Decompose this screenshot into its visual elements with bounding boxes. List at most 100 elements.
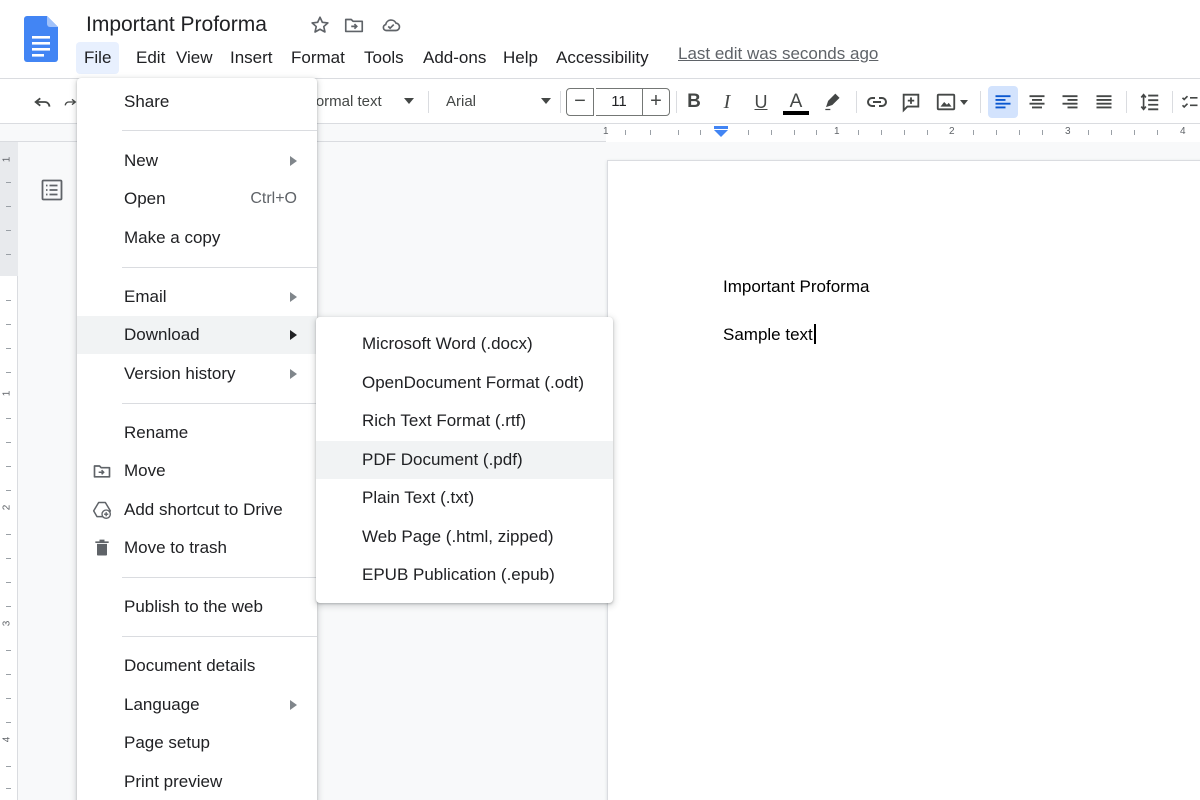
- document-outline-icon[interactable]: [40, 178, 64, 202]
- file-menu-language[interactable]: Language: [77, 686, 317, 724]
- file-menu-rename[interactable]: Rename: [77, 414, 317, 452]
- insert-link-button[interactable]: [864, 79, 890, 125]
- vertical-ruler-tick: [6, 558, 11, 559]
- bold-button[interactable]: B: [682, 79, 706, 125]
- file-menu-document-details[interactable]: Document details: [77, 647, 317, 685]
- last-edit-link[interactable]: Last edit was seconds ago: [678, 44, 878, 64]
- document-body-line[interactable]: Sample text: [723, 324, 816, 345]
- document-heading[interactable]: Important Proforma: [723, 277, 869, 297]
- drive-shortcut-icon: [92, 501, 112, 519]
- file-menu-publish[interactable]: Publish to the web: [77, 588, 317, 626]
- ruler-tick: [1157, 130, 1158, 135]
- link-icon: [867, 97, 887, 107]
- add-comment-button[interactable]: [898, 79, 924, 125]
- file-menu-open-label: Open: [124, 189, 166, 208]
- checklist-icon: [1181, 95, 1198, 109]
- submenu-arrow-icon: [290, 156, 297, 166]
- menu-file[interactable]: File: [76, 42, 120, 74]
- text-color-button[interactable]: A: [783, 79, 809, 125]
- vertical-ruler-tick: [6, 490, 11, 491]
- file-menu-download[interactable]: Download: [77, 316, 317, 354]
- vertical-ruler-tick: [6, 466, 11, 467]
- ruler-tick: [1111, 130, 1112, 135]
- redo-button[interactable]: [62, 79, 78, 125]
- align-center-button[interactable]: [1024, 79, 1050, 125]
- vertical-ruler-tick: [6, 698, 11, 699]
- file-menu-email[interactable]: Email: [77, 278, 317, 316]
- vertical-ruler-tick: [6, 206, 11, 207]
- trash-icon: [95, 539, 109, 556]
- ruler-tick: [678, 130, 679, 135]
- file-menu-move-to-trash[interactable]: Move to trash: [77, 529, 317, 567]
- toolbar-divider: [856, 91, 857, 113]
- menu-edit[interactable]: Edit: [128, 42, 173, 74]
- star-icon[interactable]: [309, 14, 331, 36]
- file-menu-move[interactable]: Move: [77, 452, 317, 490]
- download-docx[interactable]: Microsoft Word (.docx): [316, 325, 613, 363]
- file-menu-make-copy[interactable]: Make a copy: [77, 219, 317, 257]
- undo-button[interactable]: [30, 79, 56, 125]
- text-color-swatch: [783, 111, 809, 115]
- line-spacing-icon: [1140, 93, 1159, 111]
- menu-tools[interactable]: Tools: [356, 42, 412, 74]
- checklist-button[interactable]: [1180, 79, 1200, 125]
- download-epub[interactable]: EPUB Publication (.epub): [316, 556, 613, 594]
- align-right-button[interactable]: [1057, 79, 1083, 125]
- font-size-input[interactable]: 11: [596, 88, 642, 116]
- vertical-ruler-tick: [6, 230, 11, 231]
- file-menu-language-label: Language: [124, 695, 200, 714]
- file-menu-add-shortcut-label: Add shortcut to Drive: [124, 500, 283, 519]
- document-page[interactable]: Important Proforma Sample text: [607, 160, 1200, 800]
- file-menu-page-setup[interactable]: Page setup: [77, 724, 317, 762]
- decrease-font-size-button[interactable]: −: [566, 88, 594, 116]
- download-txt[interactable]: Plain Text (.txt): [316, 479, 613, 517]
- file-menu-add-shortcut[interactable]: Add shortcut to Drive: [77, 491, 317, 529]
- ruler-number: 1: [834, 126, 840, 137]
- italic-button[interactable]: I: [715, 79, 739, 125]
- indent-marker-icon[interactable]: [713, 126, 729, 138]
- vertical-ruler[interactable]: 1 1 2 3 4: [0, 142, 18, 800]
- menu-separator: [122, 267, 317, 268]
- line-spacing-button[interactable]: [1136, 79, 1164, 125]
- file-menu-open[interactable]: Open Ctrl+O: [77, 180, 317, 218]
- download-submenu: Microsoft Word (.docx) OpenDocument Form…: [316, 317, 613, 603]
- file-menu-version-history[interactable]: Version history: [77, 355, 317, 393]
- menu-accessibility[interactable]: Accessibility: [548, 42, 657, 74]
- vertical-ruler-tick: [6, 348, 11, 349]
- download-html[interactable]: Web Page (.html, zipped): [316, 518, 613, 556]
- highlight-button[interactable]: [820, 79, 844, 125]
- file-menu-share[interactable]: Share: [77, 83, 317, 121]
- image-dropdown-icon: [959, 99, 968, 105]
- menu-addons[interactable]: Add-ons: [415, 42, 494, 74]
- align-left-button[interactable]: [988, 86, 1018, 118]
- ruler-tick: [816, 130, 817, 135]
- submenu-arrow-icon: [290, 369, 297, 379]
- menu-separator: [122, 130, 317, 131]
- file-menu-new[interactable]: New: [77, 142, 317, 180]
- download-rtf[interactable]: Rich Text Format (.rtf): [316, 402, 613, 440]
- menu-help[interactable]: Help: [495, 42, 546, 74]
- cloud-status-icon[interactable]: [380, 14, 402, 36]
- download-odt[interactable]: OpenDocument Format (.odt): [316, 364, 613, 402]
- vertical-ruler-tick: [6, 674, 11, 675]
- vertical-ruler-tick: [6, 788, 11, 789]
- menu-insert[interactable]: Insert: [222, 42, 281, 74]
- document-title[interactable]: Important Proforma: [86, 13, 267, 37]
- text-color-label: A: [789, 91, 803, 112]
- underline-button[interactable]: U: [749, 79, 773, 125]
- file-menu-download-label: Download: [124, 325, 200, 344]
- download-pdf[interactable]: PDF Document (.pdf): [316, 441, 613, 479]
- move-folder-icon[interactable]: [343, 14, 365, 36]
- text-cursor: [813, 324, 816, 344]
- ruler-tick: [771, 130, 772, 135]
- file-menu-print-preview[interactable]: Print preview: [77, 763, 317, 800]
- menu-format[interactable]: Format: [283, 42, 353, 74]
- vertical-ruler-number: 2: [1, 504, 13, 511]
- increase-font-size-button[interactable]: +: [642, 88, 670, 116]
- insert-image-button[interactable]: [932, 79, 970, 125]
- menu-view[interactable]: View: [168, 42, 221, 74]
- font-select[interactable]: Arial: [446, 90, 476, 114]
- justify-button[interactable]: [1091, 79, 1117, 125]
- docs-logo-icon[interactable]: [24, 16, 58, 62]
- vertical-ruler-tick: [6, 650, 11, 651]
